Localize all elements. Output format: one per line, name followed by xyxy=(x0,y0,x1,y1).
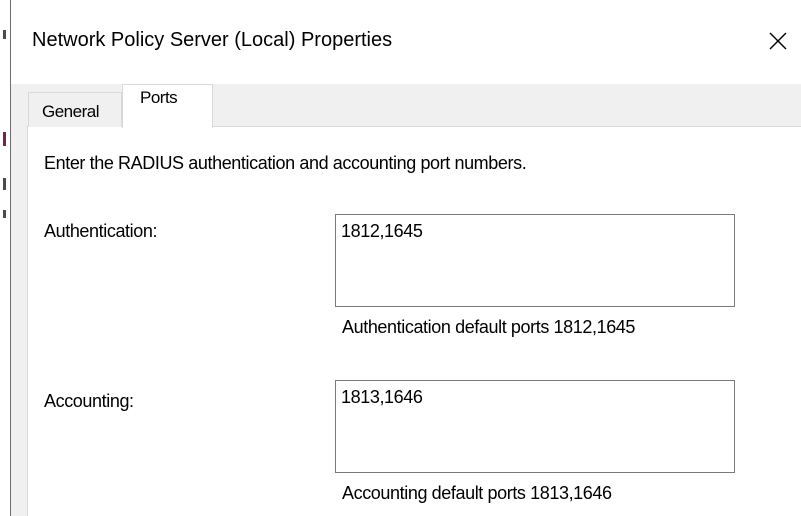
authentication-label: Authentication: xyxy=(44,221,158,241)
close-button[interactable] xyxy=(755,20,801,62)
background-window-mark xyxy=(3,178,6,190)
accounting-label: Accounting: xyxy=(44,391,134,411)
background-window-mark xyxy=(3,210,6,218)
background-window-mark xyxy=(3,30,6,39)
dialog-title: Network Policy Server (Local) Properties xyxy=(32,29,393,51)
tab-ports[interactable]: Ports xyxy=(122,84,213,128)
instructions-text: Enter the RADIUS authentication and acco… xyxy=(44,153,527,173)
properties-dialog: Network Policy Server (Local) Properties… xyxy=(11,0,801,516)
authentication-default-hint: Authentication default ports 1812,1645 xyxy=(342,317,636,337)
authentication-ports-input[interactable]: 1812,1645 xyxy=(335,214,735,307)
accounting-ports-input[interactable]: 1813,1646 xyxy=(335,380,735,473)
background-window-mark xyxy=(3,132,6,146)
accounting-default-hint: Accounting default ports 1813,1646 xyxy=(342,483,612,503)
title-bar[interactable]: Network Policy Server (Local) Properties xyxy=(11,0,801,84)
tab-general[interactable]: General xyxy=(28,92,122,127)
ports-tab-page: Enter the RADIUS authentication and acco… xyxy=(27,127,801,516)
dialog-client-area: General Ports Enter the RADIUS authentic… xyxy=(11,84,801,516)
close-icon xyxy=(769,32,787,50)
